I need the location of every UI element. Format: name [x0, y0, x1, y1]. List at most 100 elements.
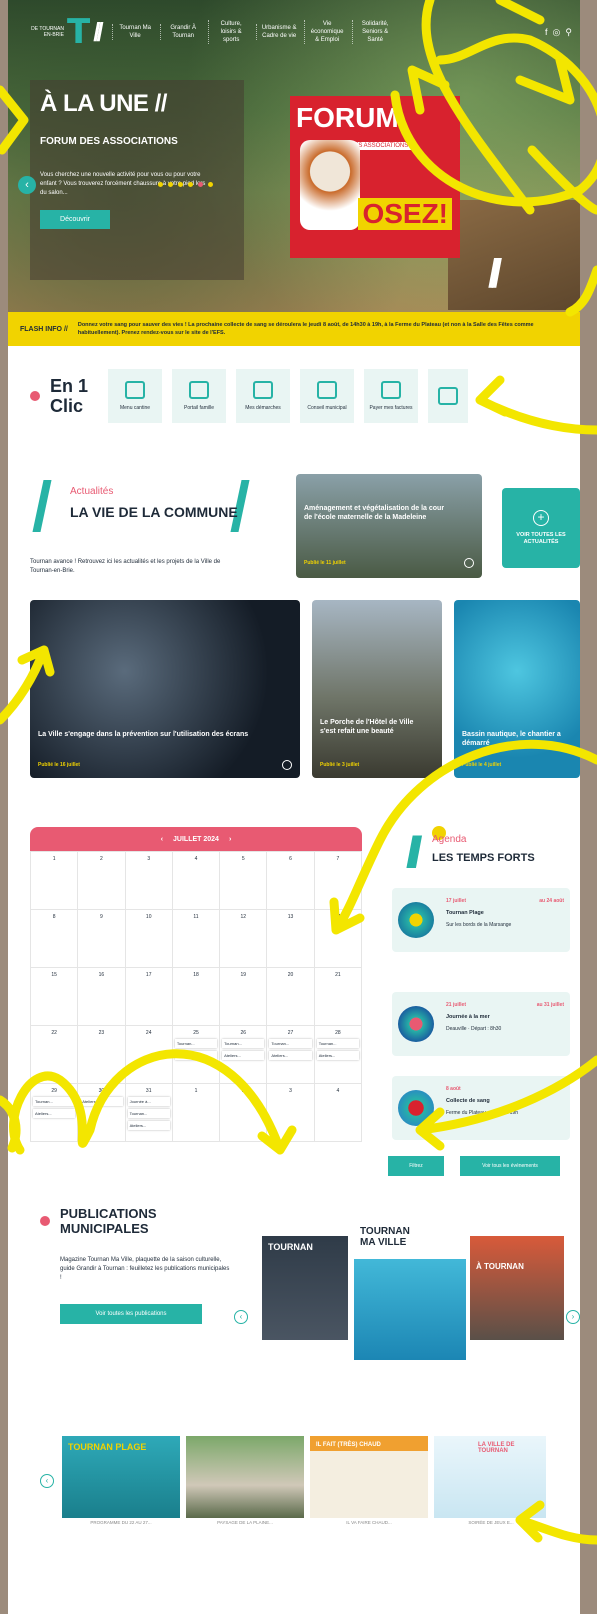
calendar-day[interactable]: 28 Tournan... Ateliers...: [314, 1026, 362, 1084]
calendar-day[interactable]: 29 Tournan... Ateliers...: [31, 1084, 79, 1142]
quick-link-tile[interactable]: Conseil municipal: [300, 369, 354, 423]
gallery-thumbnail[interactable]: LA VILLE DE TOURNAN: [434, 1436, 546, 1518]
calendar-day[interactable]: 5: [220, 852, 268, 910]
nav-item[interactable]: Tournan Ma Ville: [111, 24, 154, 40]
next-publication-icon[interactable]: ›: [566, 1310, 580, 1324]
calendar-event[interactable]: Ateliers...: [269, 1051, 312, 1060]
calendar-event[interactable]: Ateliers...: [33, 1109, 76, 1118]
calendar-day[interactable]: 3: [267, 1084, 315, 1142]
filter-button[interactable]: Filtrez: [388, 1156, 444, 1176]
nav-item[interactable]: Vie économique & Emploi: [303, 20, 346, 44]
calendar-day[interactable]: 27 Tournan... Ateliers...: [267, 1026, 315, 1084]
calendar-day[interactable]: 15: [31, 968, 79, 1026]
quick-link-tile[interactable]: Menu cantine: [108, 369, 162, 423]
calendar-day[interactable]: 10: [125, 910, 173, 968]
calendar-day[interactable]: 7: [314, 852, 362, 910]
magazine-cover[interactable]: TOURNAN MA VILLE: [354, 1220, 466, 1360]
calendar-day[interactable]: 2: [78, 852, 126, 910]
all-events-button[interactable]: Voir tous les événements: [460, 1156, 560, 1176]
calendar-event[interactable]: Tournan...: [222, 1039, 265, 1048]
nav-item[interactable]: Solidarité, Seniors & Santé: [351, 20, 394, 44]
site-logo[interactable]: DE TOURNAN EN-BRIE T //: [30, 12, 104, 52]
calendar-event[interactable]: Tournan...: [269, 1039, 312, 1048]
calendar-day[interactable]: 2: [220, 1084, 268, 1142]
calendar-day[interactable]: 4: [314, 1084, 362, 1142]
calendar-day[interactable]: 9: [78, 910, 126, 968]
prev-slide-icon[interactable]: ‹: [18, 176, 36, 194]
event-card[interactable]: 21 juillet au 31 juillet Journée à la me…: [392, 992, 570, 1056]
nav-item[interactable]: Urbanisme & Cadre de vie: [255, 24, 298, 40]
news-card[interactable]: Le Porche de l'Hôtel de Ville s'est refa…: [312, 600, 442, 778]
calendar-day[interactable]: 3: [125, 852, 173, 910]
calendar-day[interactable]: 18: [172, 968, 221, 1026]
gallery-thumbnail[interactable]: TOURNAN PLAGE: [62, 1436, 180, 1518]
event-card[interactable]: 8 août Collecte de sang Ferme du Plateau…: [392, 1076, 570, 1140]
slider-dot-active[interactable]: [198, 182, 203, 187]
gallery-thumbnail[interactable]: IL FAIT (TRÈS) CHAUD: [310, 1436, 428, 1518]
calendar-day[interactable]: 16: [78, 968, 126, 1026]
calendar-day[interactable]: 17: [125, 968, 173, 1026]
calendar-day[interactable]: 4: [172, 852, 221, 910]
calendar-event[interactable]: Tournan...: [174, 1039, 218, 1048]
all-publications-button[interactable]: Voir toutes les publications: [60, 1304, 202, 1324]
calendar-day[interactable]: 12: [220, 910, 268, 968]
news-card[interactable]: Bassin nautique, le chantier a démarré P…: [454, 600, 580, 778]
calendar-day[interactable]: 24: [125, 1026, 173, 1084]
slider-dot[interactable]: [158, 182, 163, 187]
prev-carousel-icon[interactable]: ‹: [40, 1474, 54, 1488]
calendar-event[interactable]: Tournan...: [316, 1039, 359, 1048]
slider-dot[interactable]: [168, 182, 173, 187]
calendar-day[interactable]: 22: [31, 1026, 79, 1084]
instagram-icon[interactable]: ◎: [553, 27, 561, 38]
next-month-icon[interactable]: ›: [229, 836, 231, 843]
calendar-day[interactable]: 6: [267, 852, 315, 910]
quick-link-tile[interactable]: [428, 369, 468, 423]
calendar-day[interactable]: 1: [172, 1084, 221, 1142]
calendar-day[interactable]: 14: [314, 910, 362, 968]
news-card[interactable]: La Ville s'engage dans la prévention sur…: [30, 600, 300, 778]
calendar-event[interactable]: Ateliers...: [127, 1121, 170, 1130]
calendar-day[interactable]: 31 Journée à... Tournan... Ateliers...: [125, 1084, 173, 1142]
nav-item[interactable]: Culture, loisirs & sports: [207, 20, 250, 44]
slider-dot[interactable]: [188, 182, 193, 187]
nav-item[interactable]: Grandir À Tournan: [159, 24, 202, 40]
calendar-day[interactable]: 1: [31, 852, 79, 910]
slider-dot[interactable]: [208, 182, 213, 187]
calendar-event[interactable]: Ateliers...: [316, 1051, 359, 1060]
gallery-thumbnail[interactable]: [186, 1436, 304, 1518]
calendar-day[interactable]: 21: [314, 968, 362, 1026]
prev-month-icon[interactable]: ‹: [161, 836, 163, 843]
quick-link-tile[interactable]: Portail famille: [172, 369, 226, 423]
calendar-day[interactable]: 23: [78, 1026, 126, 1084]
see-all-news-button[interactable]: + VOIR TOUTES LES ACTUALITÉS: [502, 488, 580, 568]
prev-publication-icon[interactable]: ‹: [234, 1310, 248, 1324]
quick-link-tile[interactable]: Mes démarches: [236, 369, 290, 423]
calendar-event[interactable]: Ateliers...: [222, 1051, 265, 1060]
facebook-icon[interactable]: f: [545, 27, 548, 38]
slider-dot[interactable]: [178, 182, 183, 187]
calendar-event[interactable]: Tournan...: [33, 1097, 76, 1106]
calendar-day[interactable]: 19: [220, 968, 268, 1026]
discover-button[interactable]: Découvrir: [40, 210, 110, 229]
news-card[interactable]: Aménagement et végétalisation de la cour…: [296, 474, 482, 578]
calendar-event[interactable]: Ateliers...: [174, 1051, 218, 1060]
day-number: 29: [51, 1088, 57, 1094]
magazine-cover[interactable]: À TOURNAN: [470, 1236, 564, 1340]
calendar-day[interactable]: 26 Tournan... Ateliers...: [220, 1026, 268, 1084]
calendar-day[interactable]: 8: [31, 910, 79, 968]
calendar-event[interactable]: Journée à...: [127, 1097, 170, 1106]
flash-text[interactable]: Donnez votre sang pour sauver des vies !…: [78, 321, 568, 337]
event-card[interactable]: 17 juillet au 24 août Tournan Plage Sur …: [392, 888, 570, 952]
search-icon[interactable]: ⚲: [565, 27, 572, 38]
calendar-day[interactable]: 11: [172, 910, 221, 968]
calendar-day[interactable]: 25 Tournan... Ateliers...: [172, 1026, 221, 1084]
calendar-event[interactable]: Ateliers...: [80, 1097, 123, 1106]
more-icon[interactable]: [464, 558, 474, 568]
calendar-event[interactable]: Tournan...: [127, 1109, 170, 1118]
calendar-day[interactable]: 20: [267, 968, 315, 1026]
calendar-day[interactable]: 30 Ateliers...: [78, 1084, 126, 1142]
quick-link-tile[interactable]: Payer mes factures: [364, 369, 418, 423]
calendar-day[interactable]: 13: [267, 910, 315, 968]
more-icon[interactable]: [282, 760, 292, 770]
magazine-cover[interactable]: TOURNAN: [262, 1236, 348, 1340]
